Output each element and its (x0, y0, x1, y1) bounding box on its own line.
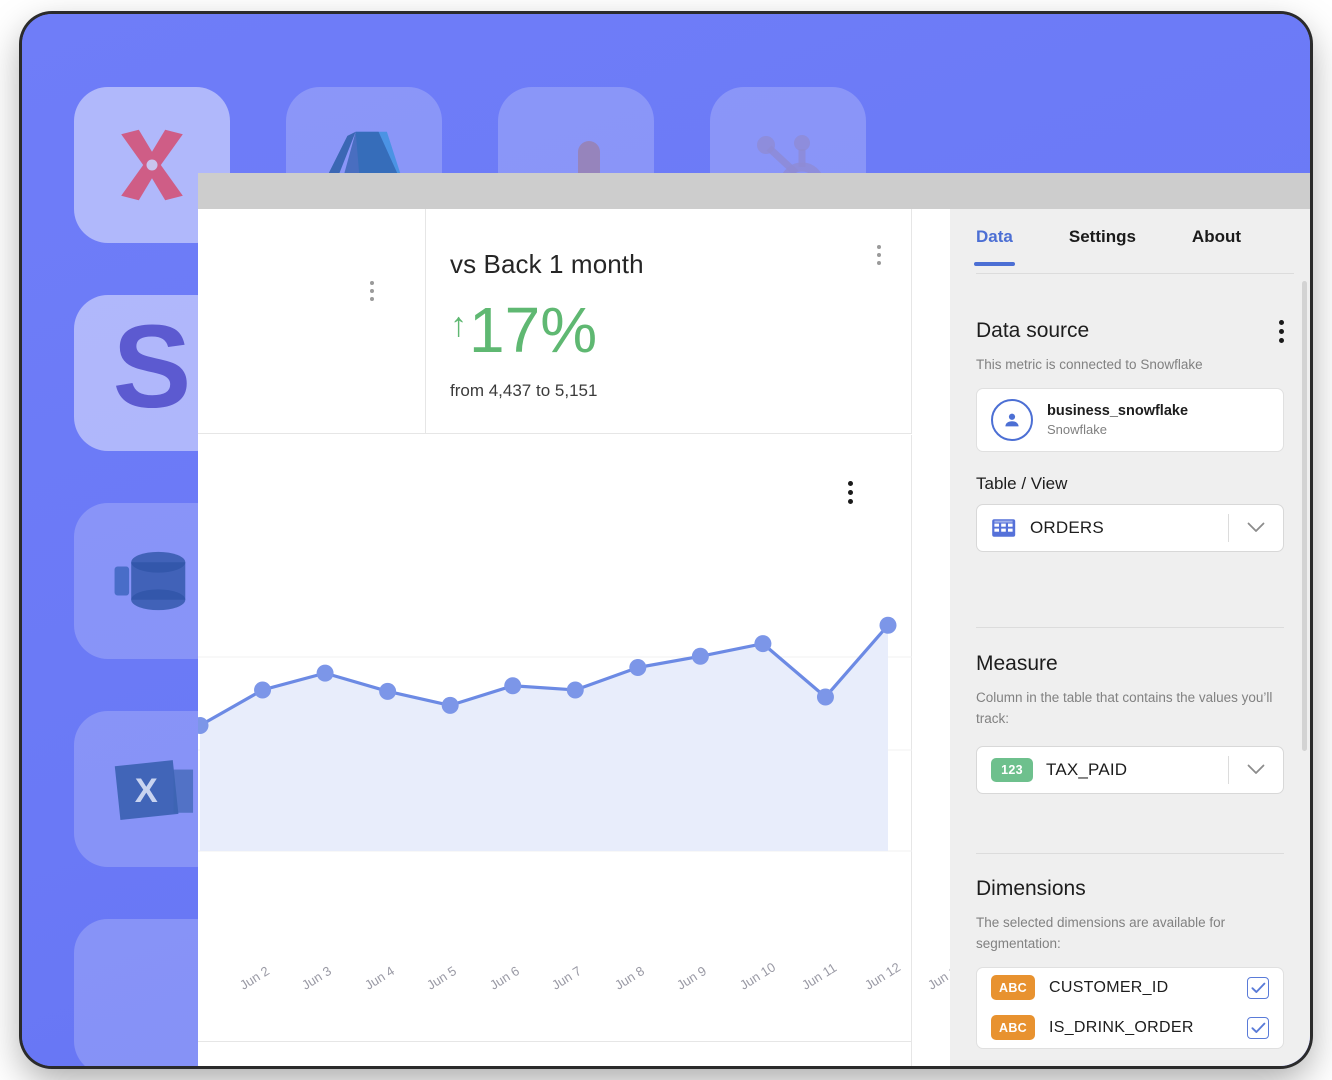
chevron-down-icon[interactable] (1229, 522, 1283, 533)
dimension-checkbox[interactable] (1247, 976, 1269, 999)
dimensions-section: Dimensions The selected dimensions are a… (976, 877, 1284, 1049)
metric-left-more-options-icon[interactable] (370, 281, 374, 301)
chart-data-point[interactable] (566, 681, 584, 699)
chevron-down-icon[interactable] (1229, 764, 1283, 775)
data-source-title: Data source (976, 319, 1090, 342)
table-icon (992, 519, 1016, 537)
metric-title: vs Back 1 month (450, 249, 644, 279)
tab-settings[interactable]: Settings (1069, 209, 1136, 263)
x-axis-tick-label: Jun 4 (361, 963, 397, 993)
number-type-badge: 123 (991, 757, 1033, 782)
data-source-description: This metric is connected to Snowflake (976, 357, 1203, 372)
chart-data-point[interactable] (816, 688, 834, 706)
dimension-name: CUSTOMER_ID (1049, 978, 1169, 996)
divider-measure (976, 627, 1284, 628)
x-axis-tick-label: Jun 3 (299, 963, 335, 993)
list-item[interactable]: ABC IS_DRINK_ORDER (977, 1008, 1283, 1048)
list-item[interactable]: ABC CUSTOMER_ID (977, 968, 1283, 1008)
chart-card: Jun 2 Jun 3 Jun 4 Jun 5 Jun 6 Jun 7 Jun 8 Jun 9… (198, 435, 966, 1066)
measure-section: Measure Column in the table that contain… (976, 652, 1284, 794)
chart-more-options-icon[interactable] (848, 481, 853, 504)
dimensions-list: ABC CUSTOMER_ID ABC IS_DRINK_ORDER (976, 966, 1284, 1049)
trend-up-arrow-icon: ↑ (450, 306, 467, 345)
x-axis-tick-label: Jun 2 (236, 963, 272, 993)
x-axis-tick-label: Jun 6 (486, 963, 522, 993)
measure-value: TAX_PAID (1046, 759, 1128, 779)
dimensions-title: Dimensions (976, 877, 1086, 900)
chart-data-point[interactable] (379, 682, 397, 700)
dimensions-description: The selected dimensions are available fo… (976, 915, 1226, 951)
chart-data-point[interactable] (316, 664, 334, 682)
chart-data-point[interactable] (754, 635, 772, 653)
table-view-label: Table / View (976, 473, 1068, 493)
chart-data-point[interactable] (691, 647, 709, 665)
tab-about[interactable]: About (1192, 209, 1241, 263)
text-type-badge: ABC (991, 1015, 1035, 1041)
user-avatar-icon (991, 398, 1033, 441)
data-source-header: Data source (976, 319, 1284, 343)
dimension-checkbox[interactable] (1247, 1016, 1269, 1039)
data-source-more-options-icon[interactable] (1279, 319, 1284, 343)
metric-subtext: from 4,437 to 5,151 (450, 380, 598, 400)
chart-data-point[interactable] (441, 696, 459, 714)
svg-text:X: X (135, 772, 158, 810)
line-area-chart (198, 545, 912, 966)
chart-data-point[interactable] (504, 677, 522, 695)
measure-select[interactable]: 123 TAX_PAID (976, 745, 1284, 794)
settings-panel: Data Settings About Data source This met… (950, 209, 1310, 1066)
chart-x-axis: Jun 2 Jun 3 Jun 4 Jun 5 Jun 6 Jun 7 Jun 8 Jun 9… (198, 959, 966, 1028)
x-axis-tick-label: Jun 5 (424, 963, 460, 993)
chart-area-fill (200, 625, 888, 851)
tabs-divider (976, 273, 1294, 274)
x-axis-tick-label: Jun 8 (611, 963, 647, 993)
table-view-value: ORDERS (1030, 517, 1104, 537)
chart-data-point[interactable] (254, 681, 272, 699)
panel-tabs: Data Settings About (950, 209, 1310, 276)
x-axis-tick-label: Jun 9 (674, 963, 710, 993)
metric-value: ↑ 17% (450, 294, 871, 366)
app-window: S X vs Back 1 month ↑ 17% from 4,437 to … (22, 14, 1310, 1066)
data-source-connection-card[interactable]: business_snowflake Snowflake (976, 387, 1284, 452)
chart-bottom-divider (198, 1041, 912, 1042)
tab-data[interactable]: Data (974, 209, 1015, 266)
divider-dimensions (976, 853, 1284, 854)
chart-data-point[interactable] (629, 659, 647, 676)
connection-type: Snowflake (1047, 421, 1107, 437)
dashboard-content: vs Back 1 month ↑ 17% from 4,437 to 5,15… (198, 209, 966, 1066)
panel-scrollbar[interactable] (1302, 281, 1307, 751)
metric-card-divider (425, 209, 426, 434)
dimension-name: IS_DRINK_ORDER (1049, 1018, 1194, 1036)
metric-value-text: 17% (469, 294, 598, 366)
data-source-section: Data source This metric is connected to … (976, 319, 1284, 552)
window-chrome-bar (198, 173, 1310, 209)
table-view-select[interactable]: ORDERS (976, 503, 1284, 552)
metric-card: vs Back 1 month ↑ 17% from 4,437 to 5,15… (198, 209, 912, 434)
text-type-badge: ABC (991, 975, 1035, 1001)
metric-right-more-options-icon[interactable] (877, 245, 881, 265)
x-axis-tick-label: Jun 7 (549, 963, 585, 993)
measure-description: Column in the table that contains the va… (976, 690, 1273, 726)
connection-name: business_snowflake (1047, 402, 1189, 419)
measure-title: Measure (976, 652, 1058, 675)
chart-data-point[interactable] (879, 616, 897, 634)
